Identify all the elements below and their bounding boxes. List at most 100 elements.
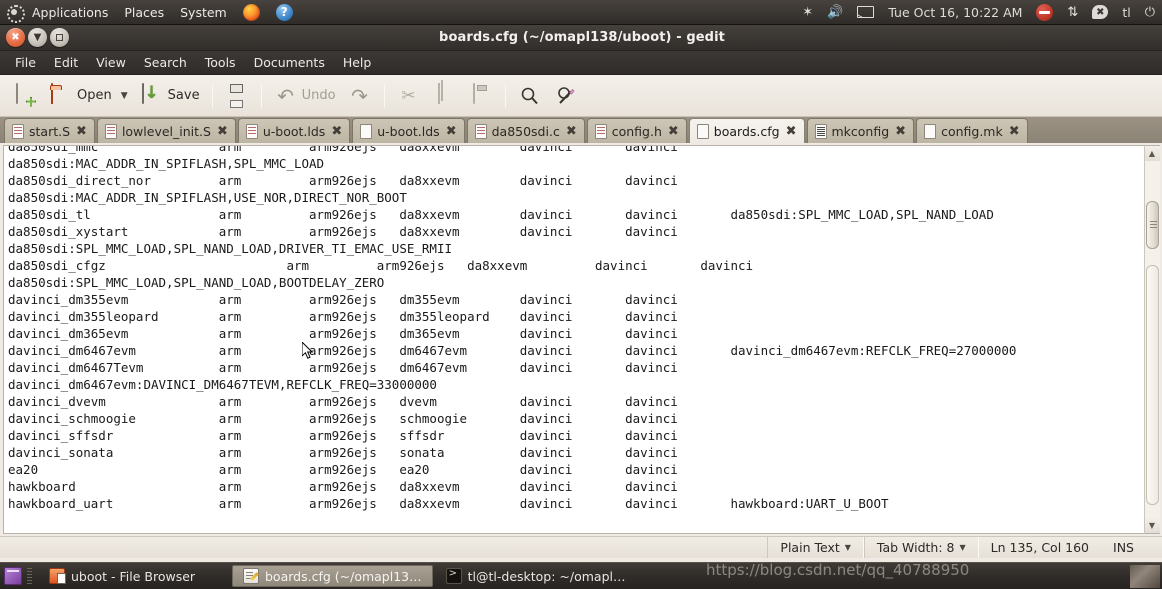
- panel-menu-places[interactable]: Places: [116, 0, 172, 25]
- scrollbar-trough-segment: [1145, 265, 1159, 505]
- tab-start-s[interactable]: start.S ✖: [4, 118, 95, 143]
- tab-label: boards.cfg: [713, 123, 780, 139]
- copy-button[interactable]: [428, 81, 462, 111]
- insert-mode[interactable]: INS: [1101, 537, 1162, 558]
- user-indicator[interactable]: tl: [1115, 0, 1137, 25]
- messaging-indicator[interactable]: [1029, 0, 1060, 25]
- paste-button[interactable]: [464, 81, 498, 111]
- panel-menu-applications[interactable]: Applications: [24, 0, 116, 25]
- replace-button[interactable]: [549, 81, 583, 111]
- scrollbar-thumb[interactable]: [1145, 201, 1159, 249]
- save-icon: [140, 82, 164, 108]
- tab-label: config.h: [611, 123, 662, 139]
- tab-label: da850sdi.c: [491, 123, 560, 139]
- task-label: tl@tl-desktop: ~/omapl…: [467, 568, 626, 584]
- tab-close-icon[interactable]: ✖: [786, 125, 797, 138]
- folder-icon: [49, 568, 66, 584]
- vertical-scrollbar[interactable]: ▲ ▼: [1144, 145, 1160, 534]
- tab-u-boot-lds-1[interactable]: u-boot.lds ✖: [237, 118, 351, 143]
- tab-mkconfig[interactable]: mkconfig ✖: [806, 118, 915, 143]
- tab-lowlevel-init-s[interactable]: lowlevel_init.S ✖: [96, 118, 236, 143]
- tab-config-mk[interactable]: config.mk ✖: [916, 118, 1028, 143]
- menubar: File Edit View Search Tools Documents He…: [0, 51, 1162, 75]
- tab-label: config.mk: [941, 123, 1003, 139]
- mail-indicator[interactable]: [850, 0, 881, 25]
- menu-file[interactable]: File: [6, 51, 45, 75]
- window-list-taskbar: uboot - File Browser boards.cfg (~/omapl…: [0, 562, 1162, 589]
- menu-search[interactable]: Search: [135, 51, 196, 75]
- panel-indicator-area: ✶ 🔊 Tue Oct 16, 10:22 AM ⇅ ✖ tl ⏻: [795, 0, 1162, 25]
- find-button[interactable]: [513, 81, 547, 111]
- taskbar-grip-handle[interactable]: [27, 568, 32, 584]
- editor-area: da850sdi_mmc arm arm926ejs da8xxevm davi…: [0, 143, 1162, 536]
- help-launcher[interactable]: ?: [268, 0, 301, 25]
- volume-indicator[interactable]: 🔊: [820, 0, 850, 25]
- show-desktop-button[interactable]: [4, 567, 22, 585]
- watermark-thumbnail: [1130, 565, 1160, 588]
- code-file-icon: [12, 123, 24, 139]
- tab-close-icon[interactable]: ✖: [668, 125, 679, 138]
- close-window-button[interactable]: ✖: [6, 28, 25, 47]
- menu-edit[interactable]: Edit: [45, 51, 87, 75]
- save-button[interactable]: Save: [135, 81, 205, 111]
- menu-search-label: Search: [143, 55, 187, 70]
- open-folder-icon: [49, 82, 73, 108]
- cut-button[interactable]: ✂: [392, 81, 426, 111]
- tab-boards-cfg[interactable]: boards.cfg ✖: [688, 118, 805, 143]
- menu-tools[interactable]: Tools: [196, 51, 245, 75]
- tab-close-icon[interactable]: ✖: [895, 125, 906, 138]
- tab-width-label: Tab Width: 8: [876, 540, 955, 555]
- clock-indicator[interactable]: Tue Oct 16, 10:22 AM: [881, 0, 1029, 25]
- menu-help-label: Help: [342, 55, 372, 70]
- tab-close-icon[interactable]: ✖: [566, 125, 577, 138]
- task-terminal[interactable]: tl@tl-desktop: ~/omapl…: [436, 565, 636, 587]
- chevron-down-icon: ▼: [959, 543, 966, 552]
- tab-close-icon[interactable]: ✖: [446, 125, 457, 138]
- tab-close-icon[interactable]: ✖: [76, 125, 87, 138]
- text-view[interactable]: da850sdi_mmc arm arm926ejs da8xxevm davi…: [3, 145, 1144, 534]
- language-selector[interactable]: Plain Text ▼: [767, 537, 864, 558]
- toolbar-separator: [211, 83, 213, 108]
- firefox-launcher[interactable]: [235, 0, 268, 25]
- print-icon: [225, 84, 249, 108]
- scroll-up-button[interactable]: ▲: [1144, 146, 1160, 161]
- session-indicator[interactable]: ⏻: [1138, 0, 1162, 25]
- network-indicator[interactable]: ⇅: [1060, 0, 1085, 25]
- gedit-window: ✖ ▼ boards.cfg (~/omapl138/uboot) - gedi…: [0, 25, 1162, 562]
- scroll-down-button[interactable]: ▼: [1144, 518, 1160, 533]
- menu-help[interactable]: Help: [334, 51, 381, 75]
- panel-menu-system[interactable]: System: [172, 0, 235, 25]
- user-label: tl: [1122, 4, 1131, 20]
- open-dropdown-icon[interactable]: ▼: [121, 91, 128, 101]
- menu-view[interactable]: View: [87, 51, 135, 75]
- chat-indicator[interactable]: ✖: [1085, 0, 1115, 25]
- tab-close-icon[interactable]: ✖: [1009, 125, 1020, 138]
- tab-close-icon[interactable]: ✖: [331, 125, 342, 138]
- bluetooth-indicator[interactable]: ✶: [795, 0, 820, 25]
- menu-documents[interactable]: Documents: [245, 51, 334, 75]
- scrollbar-track[interactable]: [1144, 161, 1160, 518]
- minimize-window-button[interactable]: ▼: [28, 28, 47, 47]
- panel-menu-applications-label: Applications: [32, 4, 109, 20]
- terminal-icon: [445, 568, 462, 584]
- undo-button[interactable]: ↶ Undo: [269, 81, 341, 111]
- ubuntu-logo-icon[interactable]: [6, 4, 25, 23]
- task-uboot-file-browser[interactable]: uboot - File Browser: [39, 565, 229, 587]
- open-button[interactable]: Open ▼: [44, 81, 133, 111]
- new-document-button[interactable]: [8, 81, 42, 111]
- window-titlebar: ✖ ▼ boards.cfg (~/omapl138/uboot) - gedi…: [0, 25, 1162, 51]
- power-icon: ⏻: [1144, 4, 1155, 20]
- document-tabbar: start.S ✖ lowlevel_init.S ✖ u-boot.lds ✖…: [0, 117, 1162, 143]
- menu-edit-label: Edit: [53, 55, 79, 70]
- tab-u-boot-lds-2[interactable]: u-boot.lds ✖: [352, 118, 465, 143]
- tab-close-icon[interactable]: ✖: [217, 125, 228, 138]
- tab-da850sdi-c[interactable]: da850sdi.c ✖: [466, 118, 585, 143]
- maximize-window-button[interactable]: [50, 28, 69, 47]
- cursor-position-label: Ln 135, Col 160: [990, 540, 1090, 555]
- redo-button[interactable]: ↷: [343, 81, 377, 111]
- task-boards-cfg-gedit[interactable]: boards.cfg (~/omapl13…: [232, 565, 433, 587]
- tab-width-selector[interactable]: Tab Width: 8 ▼: [863, 537, 979, 558]
- print-button[interactable]: [220, 81, 254, 111]
- tab-config-h[interactable]: config.h ✖: [586, 118, 687, 143]
- open-button-label: Open: [77, 88, 112, 103]
